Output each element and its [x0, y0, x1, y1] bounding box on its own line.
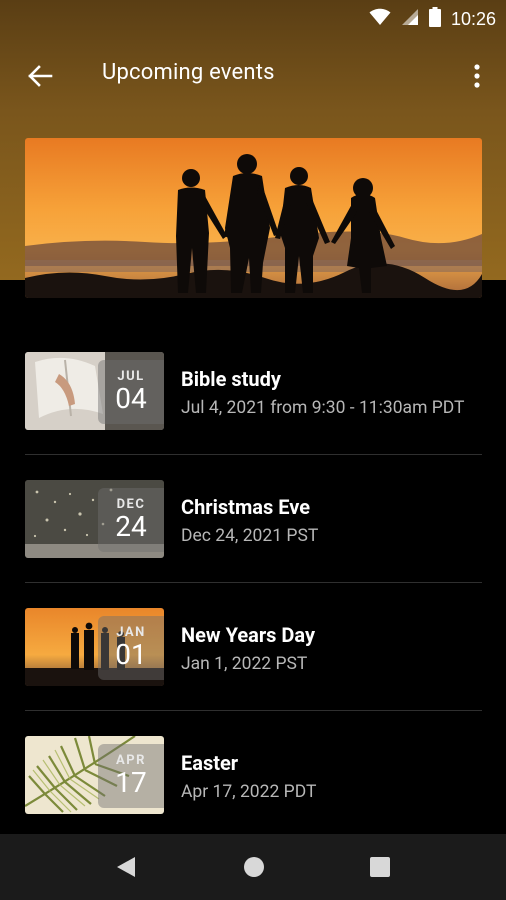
arrow-back-icon — [28, 65, 53, 87]
system-nav-bar — [0, 834, 506, 900]
event-list: JUL 04 Bible study Jul 4, 2021 from 9:30… — [0, 352, 506, 864]
event-title: New Years Day — [181, 623, 316, 647]
divider — [25, 582, 482, 583]
list-item[interactable]: JUL 04 Bible study Jul 4, 2021 from 9:30… — [0, 352, 506, 480]
event-title: Christmas Eve — [181, 495, 311, 519]
back-triangle-icon — [117, 857, 135, 877]
event-thumbnail: APR 17 — [25, 736, 164, 814]
event-datetime: Apr 17, 2022 PDT — [181, 782, 317, 802]
overflow-menu-button[interactable] — [462, 56, 492, 96]
status-bar: 10:26 — [0, 0, 506, 38]
page-title: Upcoming events — [102, 60, 275, 85]
hero-image — [25, 138, 482, 298]
nav-back-button[interactable] — [113, 854, 139, 880]
status-icons: 10:26 — [369, 7, 496, 31]
nav-home-button[interactable] — [241, 854, 267, 880]
back-button[interactable] — [20, 56, 60, 96]
event-datetime: Dec 24, 2021 PST — [181, 526, 319, 546]
date-badge-day: 17 — [115, 766, 147, 799]
date-badge-day: 04 — [115, 382, 147, 415]
date-badge-day: 24 — [115, 510, 147, 543]
home-circle-icon — [244, 857, 264, 877]
list-item[interactable]: DEC 24 Christmas Eve Dec 24, 2021 PST — [0, 480, 506, 608]
event-title: Easter — [181, 751, 239, 775]
event-thumbnail: JAN 01 — [25, 608, 164, 686]
status-time: 10:26 — [450, 8, 496, 29]
divider — [25, 710, 482, 711]
date-badge-day: 01 — [115, 638, 147, 671]
event-thumbnail: DEC 24 — [25, 480, 164, 558]
app-bar: Upcoming events — [0, 38, 506, 112]
event-thumbnail: JUL 04 — [25, 352, 164, 430]
date-badge: JAN 01 — [98, 616, 164, 680]
divider — [25, 454, 482, 455]
nav-recents-button[interactable] — [367, 854, 393, 880]
date-badge: JUL 04 — [98, 360, 164, 424]
date-badge: APR 17 — [98, 744, 164, 808]
cell-signal-icon — [401, 8, 419, 30]
battery-icon — [428, 7, 441, 31]
date-badge: DEC 24 — [98, 488, 164, 552]
more-vert-icon — [474, 64, 480, 88]
event-datetime: Jul 4, 2021 from 9:30 - 11:30am PDT — [181, 398, 465, 418]
recents-square-icon — [370, 857, 390, 877]
event-datetime: Jan 1, 2022 PST — [181, 654, 308, 674]
wifi-icon — [369, 8, 391, 30]
list-item[interactable]: JAN 01 New Years Day Jan 1, 2022 PST — [0, 608, 506, 736]
event-title: Bible study — [181, 367, 281, 391]
